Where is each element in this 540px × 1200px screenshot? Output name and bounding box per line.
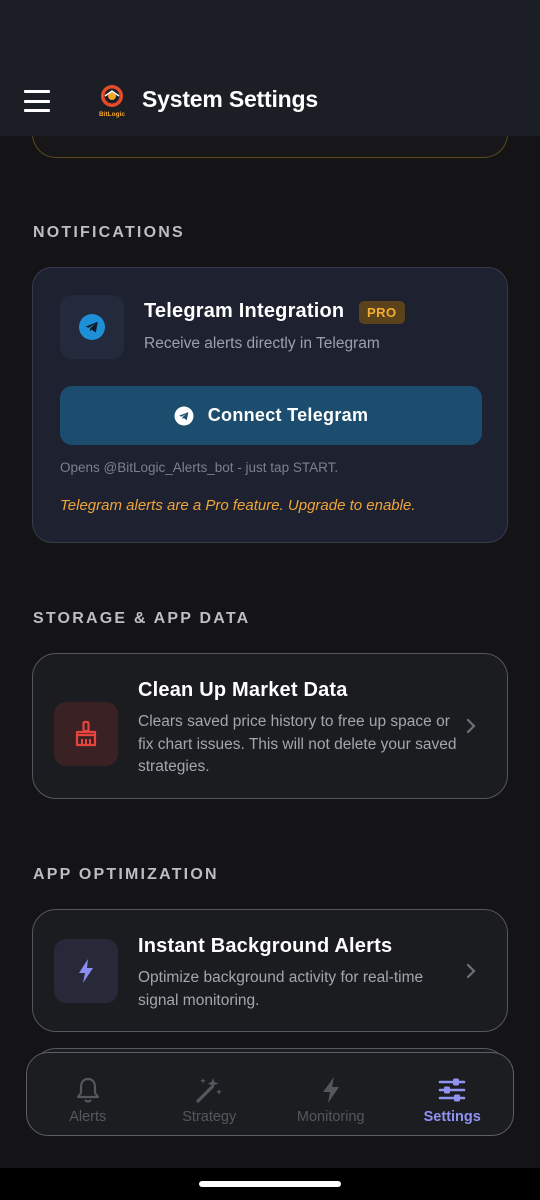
- nav-settings[interactable]: Settings: [392, 1053, 514, 1135]
- pro-badge: PRO: [359, 301, 405, 324]
- nav-settings-label: Settings: [423, 1109, 481, 1125]
- section-title-storage: STORAGE & APP DATA: [33, 610, 251, 627]
- clean-up-title: Clean Up Market Data: [138, 679, 348, 701]
- chevron-right-icon: [466, 963, 476, 979]
- app-header: BitLogic System Settings: [0, 0, 540, 136]
- telegram-button-icon: [174, 406, 194, 425]
- bottom-navigation: Alerts Strategy Monitoring Settings: [26, 1052, 514, 1136]
- instant-background-alerts-button[interactable]: Instant Background Alerts Optimize backg…: [32, 909, 508, 1032]
- nav-strategy-label: Strategy: [182, 1109, 237, 1125]
- telegram-hint: Opens @BitLogic_Alerts_bot - just tap ST…: [60, 460, 339, 475]
- section-title-notifications: NOTIFICATIONS: [33, 224, 185, 241]
- telegram-icon: [60, 295, 124, 359]
- home-indicator[interactable]: [199, 1181, 341, 1187]
- telegram-pro-warning: Telegram alerts are a Pro feature. Upgra…: [60, 497, 416, 514]
- nav-strategy[interactable]: Strategy: [149, 1053, 271, 1135]
- bell-icon: [73, 1075, 103, 1105]
- app-logo: BitLogic: [99, 85, 125, 118]
- sliders-icon: [437, 1075, 467, 1105]
- section-title-optimization: APP OPTIMIZATION: [33, 866, 219, 883]
- connect-telegram-button[interactable]: Connect Telegram: [60, 386, 482, 445]
- clean-up-description: Clears saved price history to free up sp…: [138, 713, 457, 775]
- nav-monitoring[interactable]: Monitoring: [270, 1053, 392, 1135]
- chevron-right-icon: [466, 718, 476, 734]
- menu-icon[interactable]: [24, 90, 50, 112]
- svg-text:BitLogic: BitLogic: [99, 111, 125, 118]
- magic-wand-icon: [194, 1075, 224, 1105]
- clean-up-market-data-button[interactable]: Clean Up Market Data Clears saved price …: [32, 653, 508, 799]
- background-alerts-title: Instant Background Alerts: [138, 935, 393, 957]
- nav-alerts-label: Alerts: [69, 1109, 107, 1125]
- lightning-icon: [316, 1075, 346, 1105]
- nav-monitoring-label: Monitoring: [296, 1109, 365, 1125]
- telegram-title: Telegram Integration: [144, 300, 345, 322]
- page-title: System Settings: [142, 86, 318, 112]
- telegram-subtitle: Receive alerts directly in Telegram: [144, 335, 380, 352]
- telegram-integration-card: Telegram Integration PRO Receive alerts …: [32, 267, 508, 543]
- lightning-icon: [54, 939, 118, 1003]
- background-alerts-description: Optimize background activity for real-ti…: [138, 969, 424, 1009]
- connect-telegram-label: Connect Telegram: [207, 405, 369, 425]
- nav-alerts[interactable]: Alerts: [27, 1053, 149, 1135]
- broom-icon: [54, 702, 118, 766]
